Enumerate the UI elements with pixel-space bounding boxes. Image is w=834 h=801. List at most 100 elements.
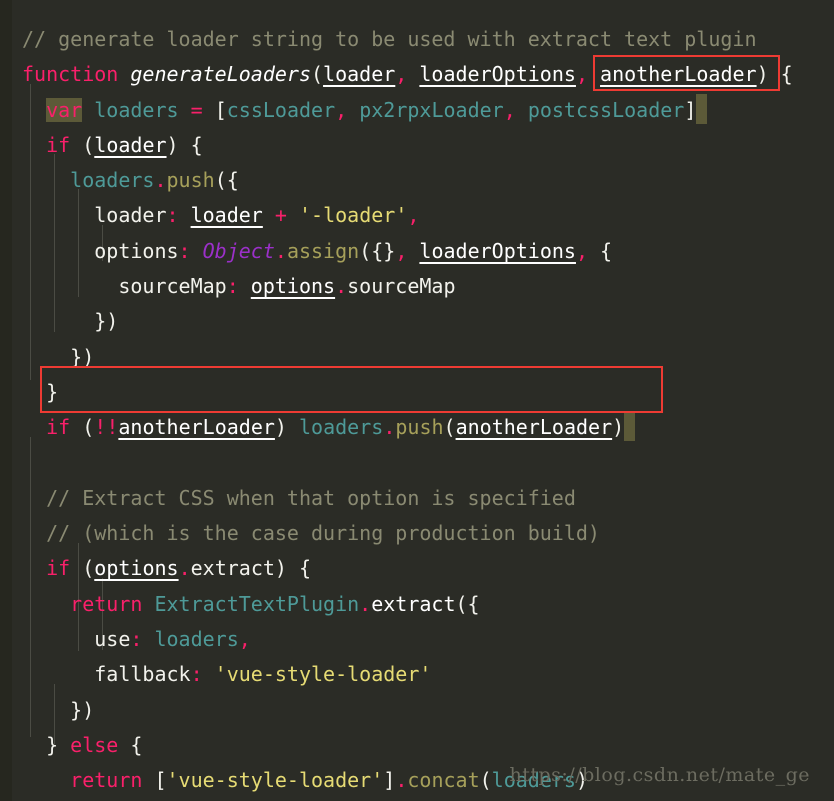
code-token: loaders — [94, 97, 179, 122]
code-line[interactable]: if (options.extract) { — [0, 551, 834, 586]
code-token: 'vue-style-loader' — [214, 662, 432, 687]
code-line[interactable]: if (loader) { — [0, 128, 834, 163]
code-line[interactable]: use: loaders, — [0, 622, 834, 657]
code-line[interactable]: fallback: 'vue-style-loader' — [0, 657, 834, 692]
code-token: { — [588, 238, 613, 263]
code-token: ] — [684, 97, 697, 122]
code-token: , — [395, 238, 408, 263]
code-token: ExtractTextPlugin — [154, 591, 360, 616]
code-line[interactable]: loaders.push({ — [0, 163, 834, 198]
code-token: px2rpxLoader — [359, 97, 504, 122]
code-token: else — [70, 732, 119, 757]
code-token: [ — [154, 768, 167, 793]
code-token: ( — [70, 415, 95, 440]
code-token: ) { — [274, 556, 312, 581]
code-line[interactable]: // Extract CSS when that option is speci… — [0, 481, 834, 516]
code-editor[interactable]: // generate loader string to be used wit… — [0, 0, 834, 801]
code-line[interactable]: // generate loader string to be used wit… — [0, 22, 834, 57]
code-token: . — [178, 556, 191, 581]
code-token: , — [238, 627, 251, 652]
code-token: if — [46, 132, 71, 157]
code-token: ({} — [359, 238, 396, 263]
code-token: Object — [202, 238, 275, 263]
code-token: : — [130, 627, 143, 652]
code-token: ) — [612, 415, 625, 440]
code-line[interactable]: function generateLoaders(loader, loaderO… — [0, 57, 834, 92]
code-line[interactable]: var loaders = [cssLoader, px2rpxLoader, … — [0, 93, 834, 128]
code-line[interactable]: options: Object.assign({}, loaderOptions… — [0, 234, 834, 269]
code-token: return — [70, 591, 143, 616]
code-token: ) — [274, 415, 300, 440]
code-token: assign — [286, 238, 360, 263]
code-token: ( — [70, 132, 95, 157]
code-content[interactable]: // generate loader string to be used wit… — [0, 22, 834, 801]
code-token: loaders — [299, 415, 384, 440]
code-token: loaders — [154, 627, 239, 652]
code-line[interactable]: loader: loader + '-loader', — [0, 198, 834, 233]
code-token: options — [94, 556, 179, 581]
code-token: . — [274, 238, 287, 263]
code-token: ( — [479, 768, 492, 793]
code-token: , — [575, 62, 588, 87]
code-token: options — [250, 274, 336, 299]
code-token: [ — [214, 97, 227, 122]
code-line[interactable]: }) — [0, 693, 834, 728]
code-token: ) { — [166, 132, 203, 157]
code-token: , — [575, 238, 588, 263]
code-token: postcssLoader — [527, 97, 685, 122]
code-token: ) — [756, 62, 769, 87]
code-token: extract — [371, 591, 456, 616]
code-token: { — [118, 732, 143, 757]
code-token: }) — [22, 697, 95, 722]
code-token: push — [166, 168, 215, 193]
code-token: loaderOptions — [419, 238, 576, 263]
code-line[interactable]: }) — [0, 304, 834, 339]
code-line[interactable]: } — [0, 375, 834, 410]
code-line[interactable]: if (!!anotherLoader) loaders.push(anothe… — [0, 410, 834, 445]
code-token: . — [359, 591, 372, 616]
code-token: }) — [22, 344, 95, 369]
code-token: cssLoader — [226, 97, 336, 122]
code-token: // generate loader string to be used wit… — [22, 27, 757, 51]
code-token: loaderOptions — [419, 62, 576, 87]
code-token: use — [94, 627, 131, 652]
code-token: , — [395, 62, 408, 87]
code-line[interactable]: sourceMap: options.sourceMap — [0, 269, 834, 304]
code-token: // Extract CSS when that option is speci… — [22, 485, 576, 510]
code-token: sourceMap — [118, 274, 227, 299]
code-token: . — [395, 768, 408, 793]
code-token: 'vue-style-loader' — [166, 768, 384, 793]
code-token: ( — [443, 415, 456, 440]
code-token: , — [407, 203, 420, 228]
code-line[interactable]: return ExtractTextPlugin.extract({ — [0, 587, 834, 622]
code-line[interactable] — [0, 446, 834, 481]
code-token: ({ — [455, 591, 480, 616]
code-line[interactable]: // (which is the case during production … — [0, 516, 834, 551]
code-token: ({ — [214, 168, 239, 193]
code-token: loader — [94, 203, 167, 228]
code-token: } — [22, 732, 71, 757]
code-line[interactable]: }) — [0, 340, 834, 375]
code-token: : — [166, 203, 179, 228]
code-token: : — [190, 662, 203, 687]
code-token: : — [178, 238, 191, 263]
code-token: ] — [383, 768, 396, 793]
